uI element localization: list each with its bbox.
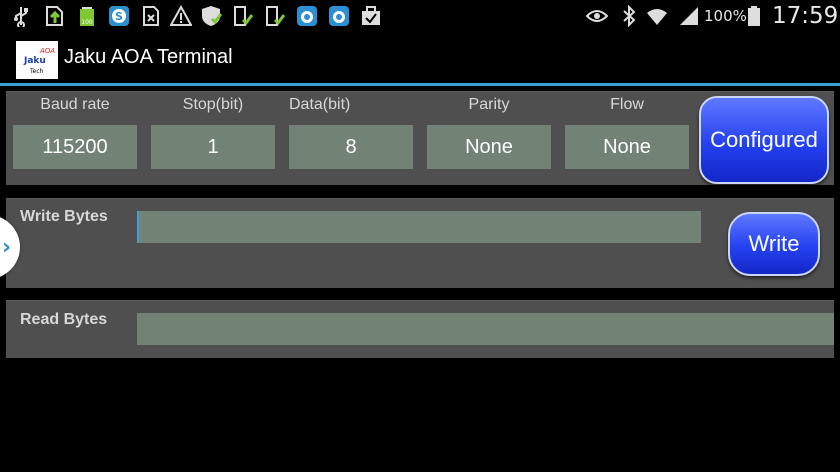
- parity-select[interactable]: None: [427, 125, 551, 169]
- battery-percent: 100%: [704, 7, 747, 25]
- action-bar-divider: [0, 83, 840, 86]
- write-button[interactable]: Write: [728, 212, 820, 276]
- configure-button[interactable]: Configured: [699, 96, 829, 184]
- briefcase-check-icon: [362, 6, 380, 25]
- flow-select[interactable]: None: [565, 125, 689, 169]
- write-bytes-input[interactable]: [137, 211, 701, 243]
- svg-text:AOA: AOA: [39, 47, 55, 55]
- app-icon: [329, 6, 349, 26]
- svg-text:Tech: Tech: [29, 68, 44, 75]
- signal-icon: [680, 7, 698, 25]
- logo-graphic: AOA Jaku Tech: [23, 47, 55, 75]
- write-bytes-label: Write Bytes: [20, 208, 108, 225]
- config-panel: Baud rate Stop(bit) Data(bit) Parity Flo…: [6, 91, 834, 185]
- status-bar: 100 S 100% 17:59: [0, 0, 840, 33]
- status-time: 17:59: [772, 3, 839, 29]
- read-bytes-label: Read Bytes: [20, 311, 108, 328]
- data-bit-select[interactable]: 8: [289, 125, 413, 169]
- clipboard-check-icon: [234, 6, 254, 26]
- battery-icon: [748, 6, 760, 26]
- svg-text:100: 100: [81, 19, 93, 26]
- stop-bit-select[interactable]: 1: [151, 125, 275, 169]
- usb-icon: [14, 7, 28, 27]
- read-bytes-output: [137, 313, 834, 345]
- read-panel: Read Bytes: [6, 300, 834, 358]
- battery-full-icon: 100: [80, 7, 94, 26]
- skype-icon: S: [109, 6, 129, 26]
- app-title: Jaku AOA Terminal: [64, 46, 233, 68]
- eye-icon: [586, 10, 608, 22]
- sd-card-icon: [143, 6, 159, 26]
- app-icon: [297, 6, 317, 26]
- bluetooth-icon: [623, 5, 636, 27]
- parity-label: Parity: [468, 96, 510, 113]
- chevron-right-icon: ›: [2, 235, 12, 260]
- shield-check-icon: [202, 6, 222, 26]
- app-logo: AOA Jaku Tech: [16, 41, 58, 79]
- svg-text:S: S: [115, 10, 123, 23]
- configure-button-label: Configured: [710, 127, 818, 152]
- action-bar: AOA Jaku Tech Jaku AOA Terminal: [0, 33, 840, 83]
- wifi-icon: [647, 9, 667, 25]
- stop-bit-label: Stop(bit): [182, 96, 244, 113]
- baud-rate-label: Baud rate: [40, 96, 110, 113]
- write-panel: Write Bytes Write: [6, 198, 834, 288]
- clipboard-check-icon: [266, 6, 286, 26]
- baud-rate-select[interactable]: 115200: [13, 125, 137, 169]
- svg-text:Jaku: Jaku: [23, 56, 46, 66]
- warning-icon: [170, 5, 192, 26]
- upload-icon: [46, 6, 63, 26]
- data-bit-label: Data(bit): [289, 96, 351, 113]
- flow-label: Flow: [610, 96, 644, 113]
